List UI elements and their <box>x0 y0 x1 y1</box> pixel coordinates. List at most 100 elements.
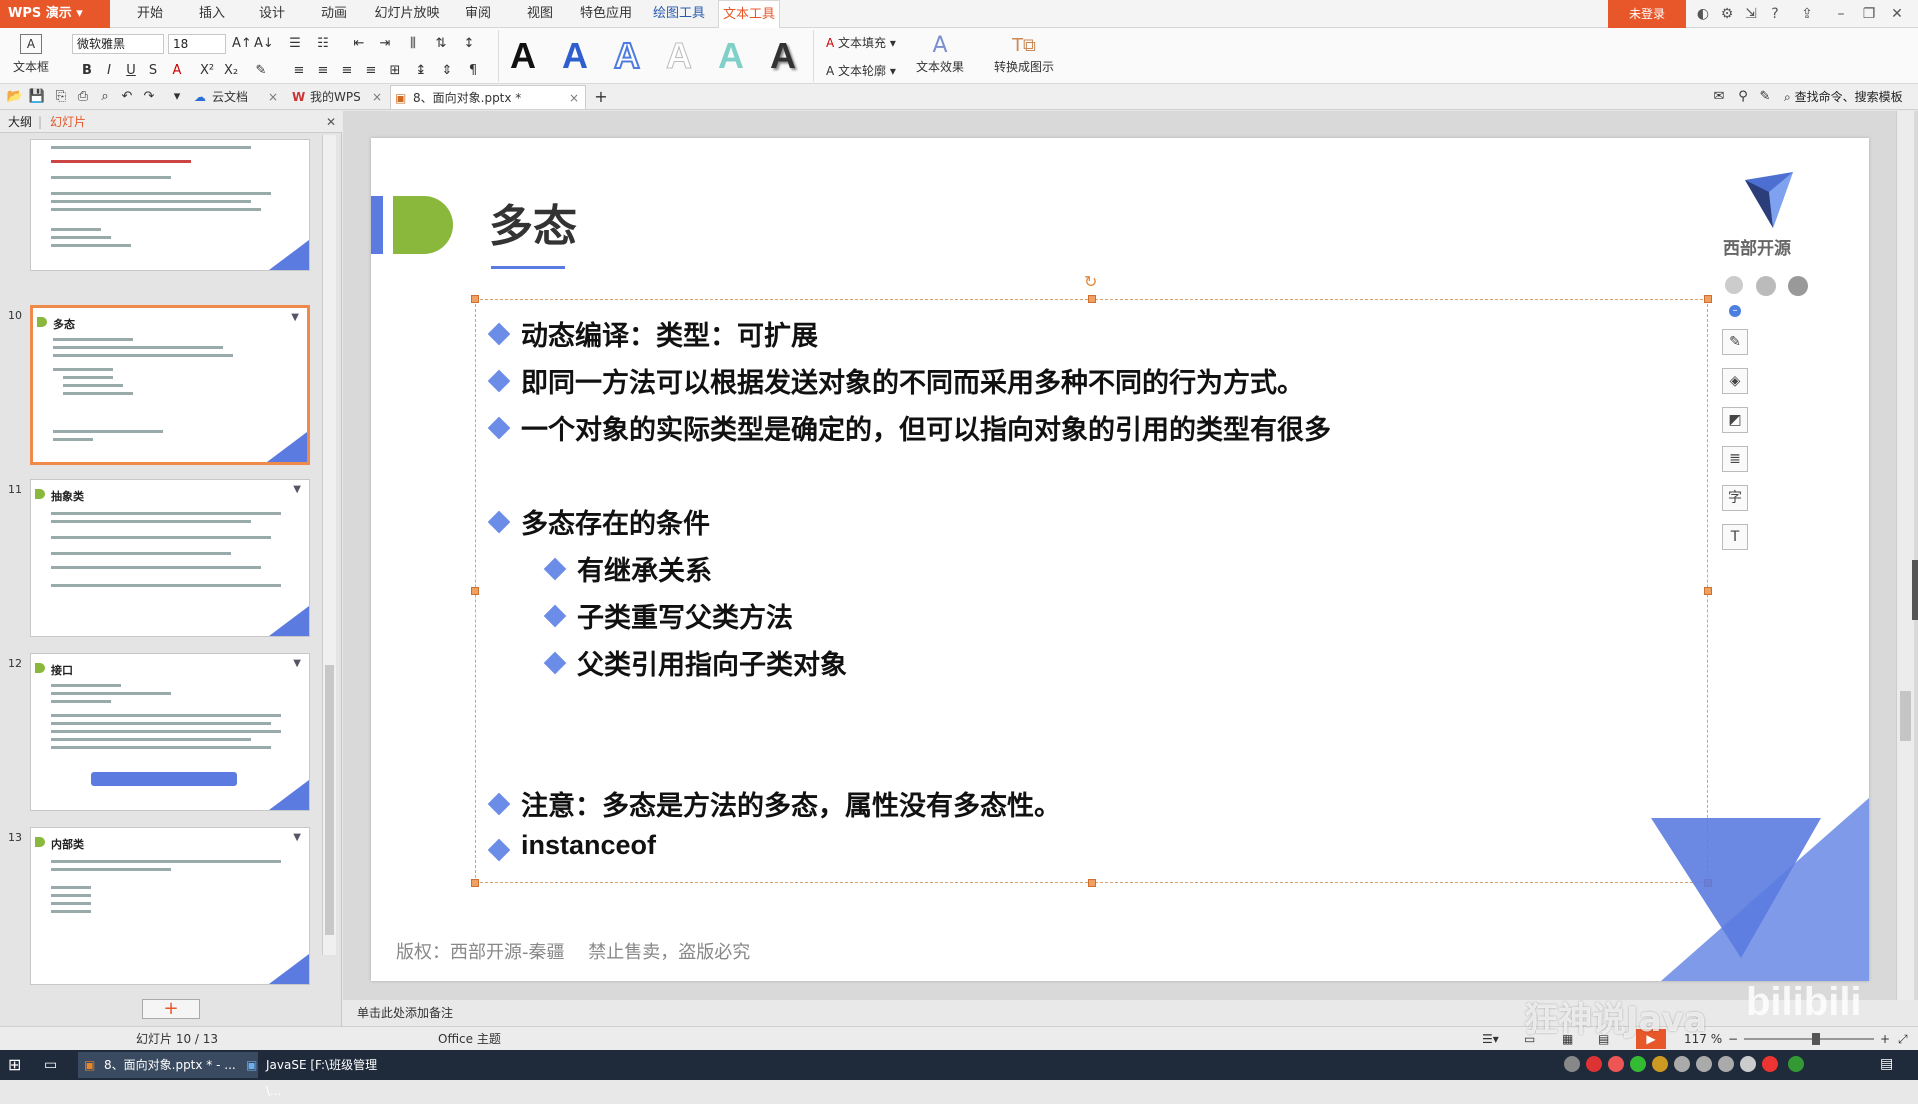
pin-icon[interactable]: ⚲ <box>1734 88 1752 106</box>
notes-toggle-icon[interactable]: ☰▾ <box>1482 1027 1499 1051</box>
restore-icon[interactable]: ❐ <box>1858 4 1880 24</box>
menu-home[interactable]: 开始 <box>130 0 170 28</box>
slide-thumbnail-10[interactable]: 多态 ▼ <box>30 305 310 465</box>
tab-my-wps[interactable]: W 我的WPS × <box>288 85 386 109</box>
scrollbar-thumb[interactable] <box>325 665 334 935</box>
skin-icon[interactable]: ◐ <box>1692 4 1714 24</box>
menu-slideshow[interactable]: 幻灯片放映 <box>372 0 442 28</box>
menu-text-tools[interactable]: 文本工具 <box>718 0 780 28</box>
network-icon[interactable] <box>1696 1056 1712 1072</box>
slide-thumbnail-12[interactable]: 接口 ▼ <box>30 653 310 811</box>
zoom-in-icon[interactable]: + <box>1880 1027 1890 1051</box>
keyboard-icon[interactable] <box>1718 1056 1734 1072</box>
justify-icon[interactable]: ≡ <box>362 62 380 80</box>
align-center-icon[interactable]: ≡ <box>314 62 332 80</box>
text-effect-button[interactable]: A 文本效果 <box>912 34 968 75</box>
text-direction-icon[interactable]: ⇅ <box>432 35 450 53</box>
subscript-button[interactable]: X₂ <box>222 62 240 80</box>
text-frame-icon[interactable]: T <box>1722 524 1748 550</box>
settings-icon[interactable]: ⚙ <box>1716 4 1738 24</box>
style-sample-blue[interactable]: A <box>555 36 595 76</box>
indent-icon[interactable]: ⇤ <box>350 35 368 53</box>
resize-handle[interactable] <box>1704 295 1712 303</box>
undo-icon[interactable]: ↶ <box>118 88 136 106</box>
minimize-icon[interactable]: – <box>1830 4 1852 24</box>
tab-cloud-docs[interactable]: ☁ 云文档 × <box>190 85 282 109</box>
menu-drawing-tools[interactable]: 绘图工具 <box>650 0 708 28</box>
zoom-out-icon[interactable]: − <box>1728 1027 1738 1051</box>
slide-title[interactable]: 多态 <box>489 190 577 254</box>
open-folder-icon[interactable]: 📂 <box>6 88 24 106</box>
tray-app-icon[interactable] <box>1652 1056 1668 1072</box>
task-view-icon[interactable]: ▭ <box>44 1056 57 1074</box>
thumbnail-scrollbar[interactable] <box>322 135 336 955</box>
style-sample-black[interactable]: A <box>503 36 543 76</box>
clear-format-icon[interactable]: ✎ <box>252 62 270 80</box>
tab-outline[interactable]: 大纲 <box>8 111 32 133</box>
slide-thumbnail-11[interactable]: 抽象类 ▼ <box>30 479 310 637</box>
wechat-icon[interactable] <box>1630 1056 1646 1072</box>
font-color-button[interactable]: A <box>168 62 186 80</box>
edit-scrollbar-thumb[interactable] <box>1900 691 1911 741</box>
fit-window-icon[interactable]: ⤢ <box>1898 1027 1908 1051</box>
tray-app-icon[interactable] <box>1608 1056 1624 1072</box>
menu-design[interactable]: 设计 <box>252 0 292 28</box>
print-icon[interactable]: ⎙ <box>74 88 92 106</box>
resize-handle[interactable] <box>1088 295 1096 303</box>
zoom-slider[interactable] <box>1744 1033 1874 1045</box>
notes-placeholder[interactable]: 单击此处添加备注 <box>357 1000 453 1026</box>
add-slide-button[interactable]: + <box>142 999 200 1019</box>
taskbar-item-ide[interactable]: ▣ JavaSE [F:\班级管理\... <box>240 1052 390 1098</box>
distribute-icon[interactable]: ⊞ <box>386 62 404 80</box>
font-size-select[interactable]: 18 <box>168 34 226 54</box>
layers-icon[interactable]: ≣ <box>1722 446 1748 472</box>
paragraph-settings-icon[interactable]: ¶ <box>464 62 482 80</box>
outline-icon[interactable]: ◩ <box>1722 407 1748 433</box>
menu-special[interactable]: 特色应用 <box>578 0 634 28</box>
slide-thumbnail-9[interactable] <box>30 139 310 271</box>
resize-handle[interactable] <box>1704 587 1712 595</box>
sort-icon[interactable]: ↕ <box>460 35 478 53</box>
antivirus-icon[interactable] <box>1762 1056 1778 1072</box>
underline-button[interactable]: U <box>122 62 140 80</box>
share-icon[interactable]: ⇲ <box>1740 4 1762 24</box>
slide-thumbnail-13[interactable]: 内部类 ▼ <box>30 827 310 985</box>
tab-current-document[interactable]: ▣ 8、面向对象.pptx * × <box>390 85 586 109</box>
bullet-list-icon[interactable]: ☰ <box>286 35 304 53</box>
shadow-button[interactable]: S <box>144 62 162 80</box>
help-icon[interactable]: ? <box>1764 4 1786 24</box>
option-dot-icon[interactable] <box>1725 276 1743 294</box>
export-icon[interactable]: ⎘ <box>52 88 70 106</box>
command-search[interactable]: ⌕ 查找命令、搜索模板 <box>1784 88 1903 106</box>
style-sample-outline-blue[interactable]: A <box>607 35 647 77</box>
edit-icon[interactable]: ✎ <box>1756 88 1774 106</box>
close-tab-icon[interactable]: × <box>268 85 278 109</box>
save-icon[interactable]: 💾 <box>28 88 46 106</box>
volume-icon[interactable] <box>1674 1056 1690 1072</box>
text-outline-button[interactable]: A 文本轮廓 ▾ <box>826 62 896 79</box>
minus-icon[interactable]: – <box>1729 305 1741 317</box>
decrease-font-icon[interactable]: A↓ <box>254 35 274 53</box>
text-style-icon[interactable]: 字 <box>1722 485 1748 511</box>
italic-button[interactable]: I <box>100 62 118 80</box>
style-sample-outline-gray[interactable]: A <box>659 35 699 76</box>
new-tab-icon[interactable]: + <box>592 88 610 106</box>
option-dot-icon[interactable] <box>1788 276 1808 296</box>
bold-button[interactable]: B <box>78 62 96 80</box>
rotate-handle-icon[interactable]: ↻ <box>1084 272 1097 291</box>
resize-handle[interactable] <box>1088 879 1096 887</box>
notification-badge-icon[interactable] <box>1788 1056 1804 1072</box>
close-icon[interactable]: ✕ <box>1886 4 1908 24</box>
menu-view[interactable]: 视图 <box>520 0 560 28</box>
fill-icon[interactable]: ◈ <box>1722 368 1748 394</box>
taskbar-item-wps[interactable]: ▣ 8、面向对象.pptx * - ... <box>78 1052 258 1078</box>
option-dot-icon[interactable] <box>1756 276 1776 296</box>
redo-icon[interactable]: ↷ <box>140 88 158 106</box>
edit-scrollbar[interactable] <box>1896 111 1914 1000</box>
style-sample-teal[interactable]: A <box>711 36 751 76</box>
align-left-icon[interactable]: ≡ <box>290 62 308 80</box>
ime-icon[interactable] <box>1740 1056 1756 1072</box>
close-tab-icon[interactable]: × <box>372 85 382 109</box>
login-button[interactable]: 未登录 <box>1608 0 1686 28</box>
superscript-button[interactable]: X² <box>198 62 216 80</box>
